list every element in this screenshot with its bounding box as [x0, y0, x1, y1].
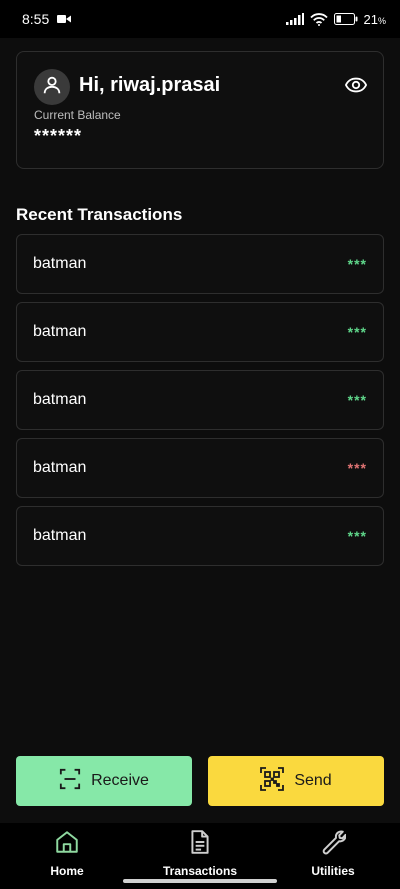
- balance-card: Hi, riwaj.prasai Current Balance ******: [16, 51, 384, 169]
- battery-icon: [333, 13, 358, 25]
- transaction-item[interactable]: batman ***: [16, 370, 384, 430]
- nav-home[interactable]: Home: [17, 829, 117, 878]
- transaction-name: batman: [33, 255, 87, 272]
- battery-percent-unit: %: [377, 15, 386, 26]
- document-icon: [187, 829, 213, 860]
- status-left: 8:55: [22, 11, 72, 27]
- nav-home-label: Home: [50, 864, 84, 878]
- transaction-name: batman: [33, 391, 87, 408]
- toggle-balance-button[interactable]: [343, 76, 369, 98]
- qr-code-icon: [260, 766, 285, 796]
- transaction-amount: ***: [347, 324, 367, 340]
- battery-percent-value: 21: [363, 11, 378, 27]
- transaction-item[interactable]: batman ***: [16, 234, 384, 294]
- eye-icon: [344, 77, 368, 98]
- transaction-item[interactable]: batman ***: [16, 302, 384, 362]
- greeting: Hi, riwaj.prasai: [79, 74, 221, 96]
- signal-icon: [285, 13, 304, 25]
- user-icon: [41, 74, 63, 101]
- transaction-amount: ***: [347, 528, 367, 544]
- transaction-amount: ***: [347, 256, 367, 272]
- receive-label: Receive: [91, 772, 149, 789]
- transaction-amount: ***: [347, 460, 367, 476]
- nav-transactions-label: Transactions: [162, 864, 238, 878]
- nav-utilities-label: Utilities: [311, 864, 355, 878]
- transaction-name: batman: [33, 323, 87, 340]
- balance-label: Current Balance: [34, 108, 121, 122]
- transaction-name: batman: [33, 527, 87, 544]
- scan-icon: [59, 768, 81, 795]
- recent-transactions-title: Recent Transactions: [16, 205, 183, 224]
- transaction-amount: ***: [347, 392, 367, 408]
- send-label: Send: [294, 772, 332, 789]
- status-right: 21%: [285, 12, 386, 27]
- nav-utilities[interactable]: Utilities: [283, 829, 383, 878]
- nav-transactions[interactable]: Transactions: [150, 829, 250, 878]
- balance-value: ******: [34, 126, 83, 146]
- wifi-icon: [309, 12, 328, 26]
- send-button[interactable]: Send: [208, 756, 384, 806]
- status-bar: 8:55 21%: [0, 0, 400, 38]
- home-indicator[interactable]: [123, 879, 277, 883]
- clock: 8:55: [22, 11, 50, 27]
- transaction-name: batman: [33, 459, 87, 476]
- video-camera-icon: [57, 14, 72, 24]
- transaction-list: batman *** batman *** batman *** batman …: [16, 234, 384, 574]
- transaction-item[interactable]: batman ***: [16, 438, 384, 498]
- transaction-item[interactable]: batman ***: [16, 506, 384, 566]
- battery-percent: 21%: [364, 12, 386, 27]
- receive-button[interactable]: Receive: [16, 756, 192, 806]
- wrench-icon: [320, 829, 347, 860]
- avatar: [34, 69, 70, 105]
- home-icon: [54, 829, 80, 860]
